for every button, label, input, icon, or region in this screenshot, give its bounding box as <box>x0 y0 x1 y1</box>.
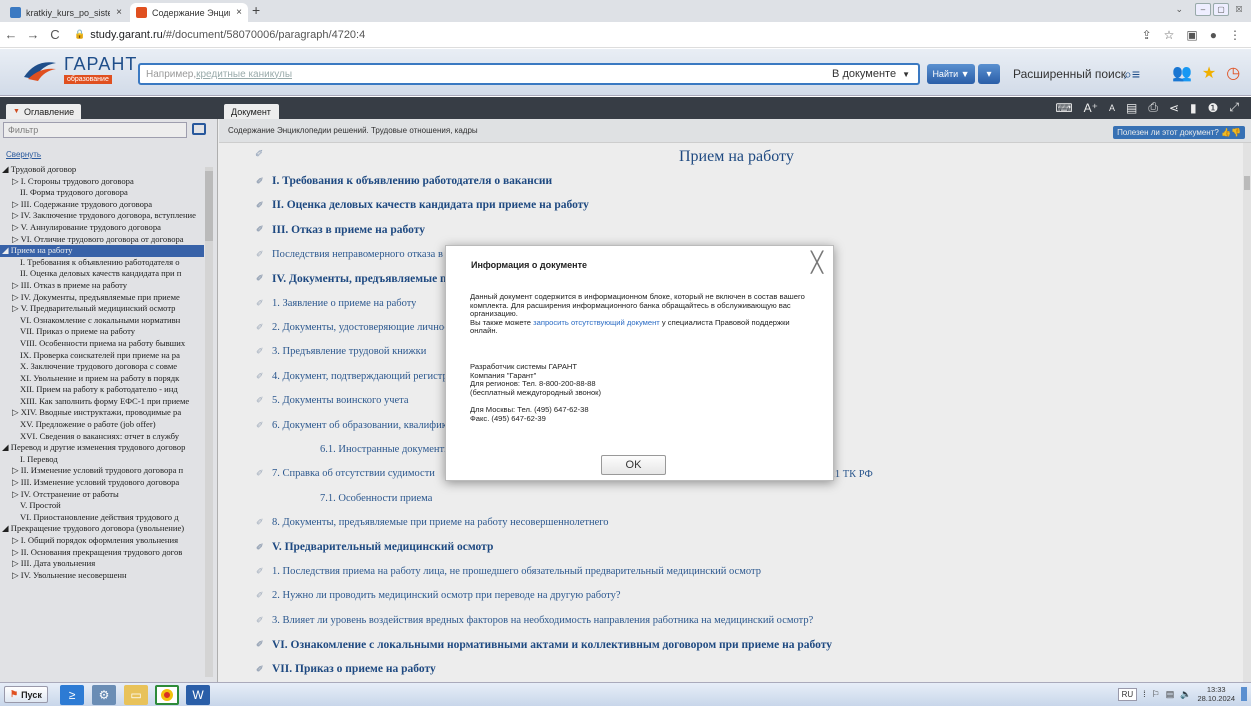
folder-icon[interactable]: ▭ <box>124 685 148 705</box>
contact-line: Факс. (495) 647-62-39 <box>470 413 546 423</box>
contact-info: Разработчик системы ГАРАНТ Компания "Гар… <box>470 362 602 423</box>
garant-header: ГАРАНТ образование Например, кредитные к… <box>0 49 1251 96</box>
powershell-icon[interactable]: ≥ <box>60 685 84 705</box>
sidepanel-icon[interactable]: ▣ <box>1186 28 1197 42</box>
history-icon[interactable]: ◷ <box>1226 63 1240 83</box>
tab-title: kratkiy_kurs_po_sisteme_garant_ob <box>26 7 111 18</box>
advanced-search-icon[interactable]: ⌕≡ <box>1124 66 1140 83</box>
back-icon[interactable]: ← <box>0 27 22 42</box>
start-button[interactable]: ⚑ Пуск <box>4 686 48 703</box>
network-icon[interactable]: ⚙ <box>92 685 116 705</box>
logo-name: ГАРАНТ <box>64 54 138 74</box>
url-host: study.garant.ru <box>90 28 163 41</box>
dialog-message-line: Данный документ содержится в информацион… <box>470 292 805 318</box>
volume-icon[interactable]: 🔈 <box>1180 689 1191 700</box>
forward-icon[interactable]: → <box>22 27 44 42</box>
chrome-icon[interactable] <box>155 685 179 705</box>
clock[interactable]: 13:33 28.10.2024 <box>1197 685 1235 703</box>
tab-close-icon[interactable]: × <box>116 7 122 18</box>
tab-close-icon[interactable]: × <box>236 7 242 18</box>
close-window-icon[interactable]: ☒ <box>1231 3 1247 16</box>
minimize-icon[interactable]: – <box>1195 3 1211 16</box>
search-scope-select[interactable]: В документе ▼ <box>826 66 916 82</box>
maximize-icon[interactable]: ▢ <box>1213 3 1229 16</box>
show-desktop-button[interactable] <box>1241 687 1247 701</box>
search-options-button[interactable]: ▾ <box>978 64 1000 84</box>
users-icon[interactable]: 👥 <box>1172 63 1192 83</box>
screen: kratkiy_kurs_po_sisteme_garant_ob × Соде… <box>0 0 1251 706</box>
clock-time: 13:33 <box>1206 685 1226 694</box>
document-favicon-icon <box>10 7 21 18</box>
new-tab-button[interactable]: + <box>252 2 260 18</box>
windows-flag-icon: ⚑ <box>10 689 19 699</box>
advanced-search-link[interactable]: Расширенный поиск <box>1013 67 1126 81</box>
favorites-star-icon[interactable]: ★ <box>1202 63 1216 83</box>
address-bar: ← → C 🔒 study.garant.ru /#/document/5807… <box>0 22 1251 48</box>
header-icons: 👥 ★ ◷ <box>1172 63 1240 83</box>
tab-search-icon[interactable]: ⌄ <box>1175 4 1183 15</box>
window-controls: ⌄ – ▢ ☒ <box>1175 3 1247 16</box>
windows-taskbar: ⚑ Пуск ≥ ⚙ ▭ W RU ⁞ ⚐ ▤ 🔈 13:33 28.10.20… <box>0 682 1251 706</box>
system-tray: RU ⁞ ⚐ ▤ 🔈 13:33 28.10.2024 <box>1117 685 1247 703</box>
document-info-dialog: Информация о документе ╳ Данный документ… <box>445 245 834 481</box>
clock-date: 28.10.2024 <box>1197 694 1235 703</box>
browser-tab-1[interactable]: kratkiy_kurs_po_sisteme_garant_ob × <box>4 3 128 22</box>
url-path: /#/document/58070006/paragraph/4720:4 <box>162 28 366 41</box>
flag-icon[interactable]: ⚐ <box>1152 689 1160 700</box>
search-hint-link[interactable]: кредитные каникулы <box>196 69 292 80</box>
share-icon[interactable]: ⇪ <box>1142 28 1152 42</box>
garant-logo[interactable]: ГАРАНТ образование <box>22 55 137 84</box>
tray-arrow-icon[interactable]: ⁞ <box>1143 689 1146 699</box>
garant-favicon-icon <box>136 7 147 18</box>
dialog-title: Информация о документе <box>471 260 588 270</box>
menu-icon[interactable]: ⋮ <box>1229 28 1241 42</box>
browser-tab-bar: kratkiy_kurs_po_sisteme_garant_ob × Соде… <box>0 0 1251 22</box>
contact-line: (бесплатный междугородный звонок) <box>470 387 602 397</box>
language-indicator[interactable]: RU <box>1117 687 1138 701</box>
url-field[interactable]: 🔒 study.garant.ru /#/document/58070006/p… <box>74 29 365 41</box>
chevron-down-icon: ▼ <box>902 69 910 79</box>
dialog-message: Данный документ содержится в информацион… <box>470 292 815 336</box>
search-input[interactable]: Например, кредитные каникулы В документе… <box>138 63 920 85</box>
search-hint: Например, <box>146 68 197 80</box>
start-label: Пуск <box>21 689 42 700</box>
garant-logo-icon <box>22 57 58 83</box>
lock-icon: 🔒 <box>74 29 86 39</box>
search-scope-label: В документе <box>832 68 897 80</box>
close-icon[interactable]: ╳ <box>811 253 823 273</box>
network-tray-icon[interactable]: ▤ <box>1166 689 1175 700</box>
word-icon[interactable]: W <box>186 685 210 705</box>
tab-title: Содержание Энциклопедии решен <box>152 7 230 18</box>
browser-actions: ⇪ ☆ ▣ ● ⋮ <box>1142 28 1241 42</box>
find-button[interactable]: Найти ▼ <box>927 64 975 84</box>
profile-icon[interactable]: ● <box>1210 28 1217 42</box>
bookmark-star-icon[interactable]: ☆ <box>1164 28 1175 42</box>
browser-tab-2[interactable]: Содержание Энциклопедии решен × <box>130 3 248 22</box>
reload-icon[interactable]: C <box>44 27 66 42</box>
find-label: Найти <box>932 69 959 79</box>
logo-subtitle: образование <box>64 75 112 84</box>
request-document-link[interactable]: запросить отсутствующий документ <box>533 318 660 327</box>
ok-button[interactable]: OK <box>601 455 666 475</box>
